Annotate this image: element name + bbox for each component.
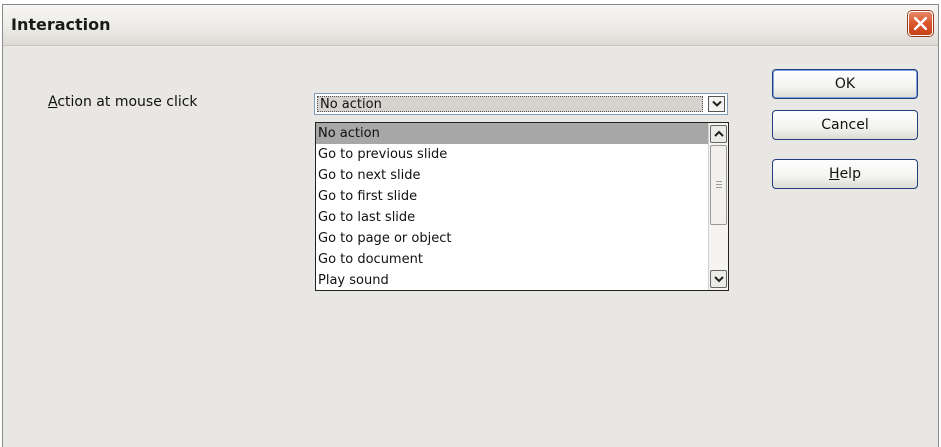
action-select-value: No action [317, 96, 703, 112]
interaction-dialog: Interaction Action at mouse click No act… [2, 4, 939, 447]
chevron-up-icon [714, 130, 724, 137]
grip-line [716, 184, 722, 185]
chevron-down-icon [712, 100, 722, 107]
chevron-down-icon [714, 276, 724, 283]
action-dropdown-list[interactable]: No action Go to previous slide Go to nex… [315, 122, 729, 291]
help-mnemonic: H [829, 166, 840, 182]
help-button[interactable]: Help [772, 159, 918, 189]
option-go-to-last-slide[interactable]: Go to last slide [316, 207, 709, 228]
grip-line [716, 181, 722, 182]
dropdown-scrollbar[interactable] [708, 123, 728, 290]
option-go-to-document[interactable]: Go to document [316, 249, 709, 270]
scroll-thumb[interactable] [710, 145, 727, 225]
option-go-to-first-slide[interactable]: Go to first slide [316, 186, 709, 207]
action-options: No action Go to previous slide Go to nex… [316, 123, 709, 291]
title-bar[interactable]: Interaction [3, 5, 938, 46]
scroll-down-button[interactable] [710, 270, 727, 288]
option-go-to-page-or-object[interactable]: Go to page or object [316, 228, 709, 249]
close-icon [914, 17, 927, 30]
action-select[interactable]: No action [314, 93, 728, 115]
action-select-toggle[interactable] [708, 96, 725, 112]
action-label-mnemonic: A [48, 94, 58, 110]
grip-line [716, 187, 722, 188]
scroll-up-button[interactable] [710, 125, 727, 143]
action-label-text: ction at mouse click [57, 94, 198, 110]
dialog-title: Interaction [11, 15, 111, 34]
option-no-action[interactable]: No action [316, 123, 709, 144]
ok-button[interactable]: OK [772, 69, 918, 99]
close-button[interactable] [908, 11, 933, 36]
option-go-to-previous-slide[interactable]: Go to previous slide [316, 144, 709, 165]
option-play-sound[interactable]: Play sound [316, 270, 709, 291]
option-go-to-next-slide[interactable]: Go to next slide [316, 165, 709, 186]
help-label-rest: elp [839, 166, 861, 182]
action-at-mouse-click-label: Action at mouse click [48, 94, 198, 110]
cancel-button[interactable]: Cancel [772, 110, 918, 140]
